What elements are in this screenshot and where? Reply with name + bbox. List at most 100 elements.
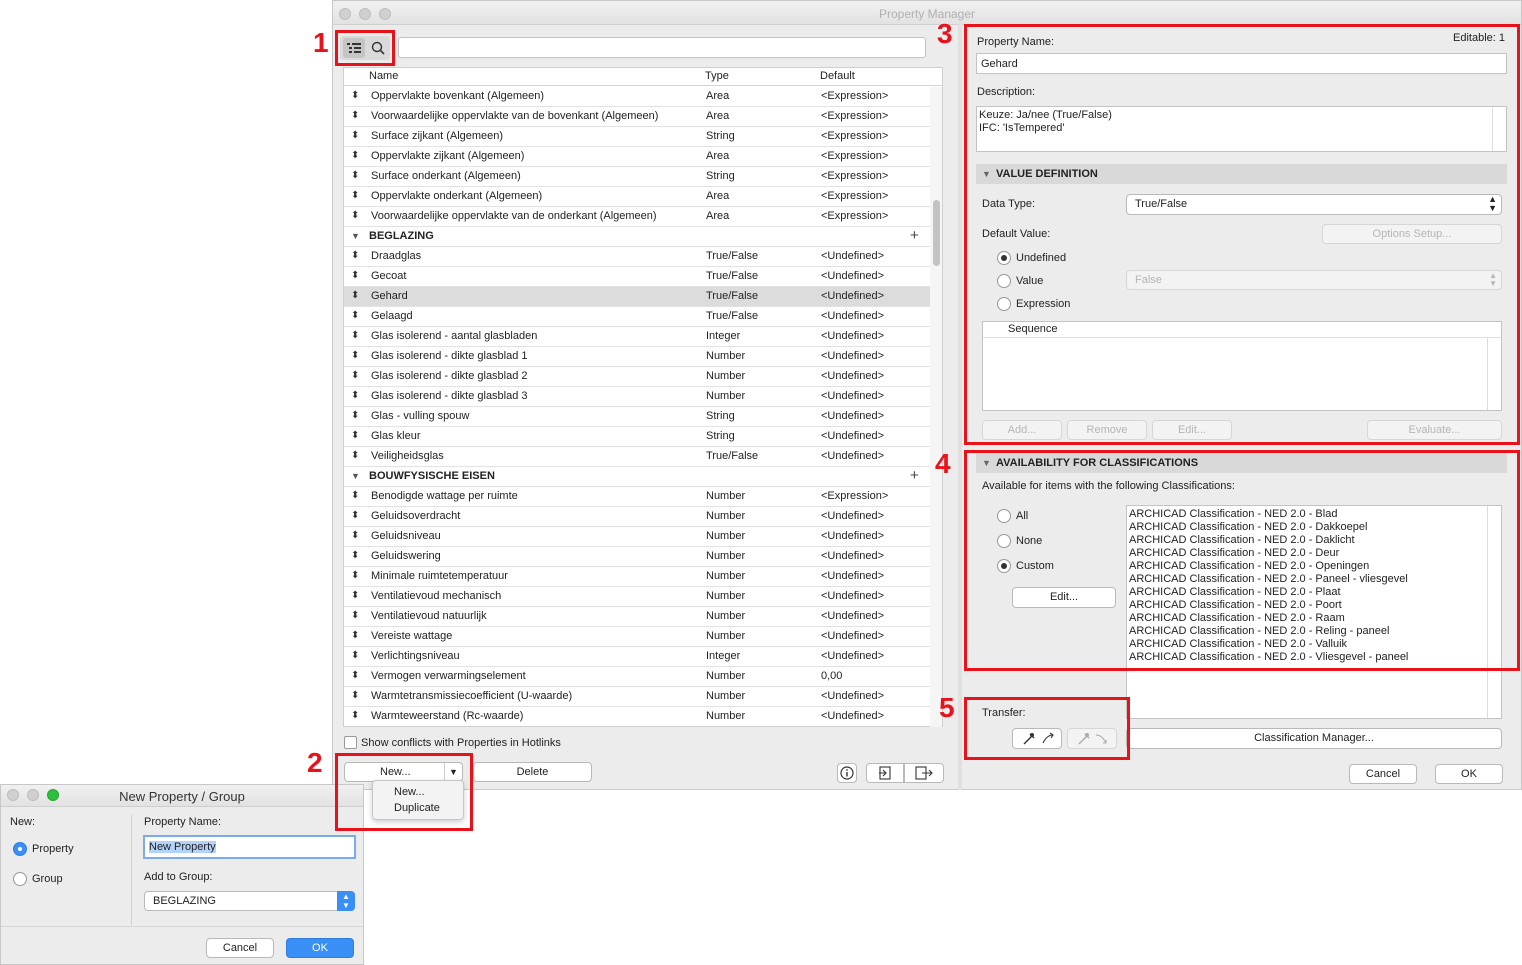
drag-handle-icon[interactable]: ⬍ bbox=[351, 330, 359, 341]
property-type: True/False bbox=[706, 270, 759, 282]
property-list: Name Type Default ⬍ Oppervlakte bovenkant… bbox=[343, 67, 943, 727]
group-row[interactable]: ▼ BEGLAZING + bbox=[344, 227, 930, 247]
cancel-button[interactable]: Cancel bbox=[1349, 764, 1417, 784]
property-row[interactable]: ⬍ Gecoat True/False <Undefined> bbox=[344, 267, 930, 287]
drag-handle-icon[interactable]: ⬍ bbox=[351, 510, 359, 521]
property-row[interactable]: ⬍ Glas - vulling spouw String <Undefined> bbox=[344, 407, 930, 427]
property-row[interactable]: ⬍ Ventilatievoud natuurlijk Number <Undefin… bbox=[344, 607, 930, 627]
drag-handle-icon[interactable]: ⬍ bbox=[351, 670, 359, 681]
property-type: Number bbox=[706, 510, 746, 522]
property-name: Ventilatievoud mechanisch bbox=[371, 590, 502, 602]
drag-handle-icon[interactable]: ⬍ bbox=[351, 590, 359, 601]
property-row[interactable]: ⬍ Oppervlakte bovenkant (Algemeen) Area <Ex… bbox=[344, 87, 930, 107]
property-name: Draadglas bbox=[371, 250, 422, 262]
property-row[interactable]: ⬍ Minimale ruimtetemperatuur Number <Undefi… bbox=[344, 567, 930, 587]
property-row[interactable]: ⬍ Geluidsniveau Number <Undefined> bbox=[344, 527, 930, 547]
panel-splitter[interactable] bbox=[958, 24, 962, 790]
property-row[interactable]: ⬍ Verlichtingsniveau Integer <Undefined> bbox=[344, 647, 930, 667]
property-default: <Expression> bbox=[821, 210, 889, 222]
list-scrollbar-thumb[interactable] bbox=[933, 200, 940, 266]
drag-handle-icon[interactable]: ⬍ bbox=[351, 270, 359, 281]
property-row[interactable]: ⬍ Voorwaardelijke oppervlakte van de onde… bbox=[344, 207, 930, 227]
drag-handle-icon[interactable]: ⬍ bbox=[351, 110, 359, 121]
drag-handle-icon[interactable]: ⬍ bbox=[351, 350, 359, 361]
select-stepper-icon[interactable]: ▲ ▼ bbox=[337, 891, 355, 911]
drag-handle-icon[interactable]: ⬍ bbox=[351, 250, 359, 261]
property-row[interactable]: ⬍ Surface onderkant (Algemeen) String <Expr… bbox=[344, 167, 930, 187]
property-default: <Undefined> bbox=[821, 430, 884, 442]
drag-handle-icon[interactable]: ⬍ bbox=[351, 130, 359, 141]
property-row[interactable]: ⬍ Ventilatievoud mechanisch Number <Undefin… bbox=[344, 587, 930, 607]
property-name: Surface onderkant (Algemeen) bbox=[371, 170, 521, 182]
property-row[interactable]: ⬍ Vermogen verwarmingselement Number 0,00 bbox=[344, 667, 930, 687]
property-type: Number bbox=[706, 670, 746, 682]
drag-handle-icon[interactable]: ⬍ bbox=[351, 650, 359, 661]
drag-handle-icon[interactable]: ⬍ bbox=[351, 290, 359, 301]
drag-handle-icon[interactable]: ⬍ bbox=[351, 370, 359, 381]
drag-handle-icon[interactable]: ⬍ bbox=[351, 190, 359, 201]
property-row[interactable]: ⬍ Veiligheidsglas True/False <Undefined> bbox=[344, 447, 930, 467]
group-row[interactable]: ▼ BOUWFYSISCHE EISEN + bbox=[344, 467, 930, 487]
search-input[interactable] bbox=[398, 37, 926, 58]
disclosure-triangle-icon[interactable]: ▼ bbox=[351, 471, 360, 481]
import-icon[interactable] bbox=[866, 763, 904, 783]
property-row[interactable]: ⬍ Gehard True/False <Undefined> bbox=[344, 287, 930, 307]
drag-handle-icon[interactable]: ⬍ bbox=[351, 570, 359, 581]
property-row[interactable]: ⬍ Glas isolerend - aantal glasbladen Integ… bbox=[344, 327, 930, 347]
delete-button[interactable]: Delete bbox=[473, 762, 592, 782]
show-conflicts-checkbox[interactable] bbox=[344, 736, 357, 749]
drag-handle-icon[interactable]: ⬍ bbox=[351, 410, 359, 421]
property-row[interactable]: ⬍ Vereiste wattage Number <Undefined> bbox=[344, 627, 930, 647]
property-row[interactable]: ⬍ Oppervlakte onderkant (Algemeen) Area <Ex… bbox=[344, 187, 930, 207]
info-icon[interactable] bbox=[837, 763, 857, 783]
property-row[interactable]: ⬍ Warmteweerstand (Rc-waarde) Number <Undef… bbox=[344, 707, 930, 726]
list-scrollbar[interactable] bbox=[930, 87, 942, 727]
radio-group[interactable] bbox=[13, 872, 27, 886]
disclosure-triangle-icon[interactable]: ▼ bbox=[351, 231, 360, 241]
drag-handle-icon[interactable]: ⬍ bbox=[351, 710, 359, 721]
classification-manager-button[interactable]: Classification Manager... bbox=[1126, 728, 1502, 749]
property-row[interactable]: ⬍ Draadglas True/False <Undefined> bbox=[344, 247, 930, 267]
column-default-header[interactable]: Default bbox=[820, 70, 855, 82]
property-row[interactable]: ⬍ Oppervlakte zijkant (Algemeen) Area <Expr… bbox=[344, 147, 930, 167]
dialog-separator bbox=[1, 926, 363, 927]
property-default: <Undefined> bbox=[821, 650, 884, 662]
drag-handle-icon[interactable]: ⬍ bbox=[351, 430, 359, 441]
property-row[interactable]: ⬍ Warmtetransmissiecoefficient (U-waarde)… bbox=[344, 687, 930, 707]
property-row[interactable]: ⬍ Voorwaardelijke oppervlakte van de bove… bbox=[344, 107, 930, 127]
add-to-group-icon[interactable]: + bbox=[910, 227, 919, 244]
add-to-group-select[interactable]: BEGLAZING ▲ ▼ bbox=[144, 891, 355, 911]
dialog-ok-button[interactable]: OK bbox=[286, 938, 354, 958]
drag-handle-icon[interactable]: ⬍ bbox=[351, 150, 359, 161]
drag-handle-icon[interactable]: ⬍ bbox=[351, 530, 359, 541]
radio-property[interactable] bbox=[13, 842, 27, 856]
add-to-group-icon[interactable]: + bbox=[910, 467, 919, 484]
drag-handle-icon[interactable]: ⬍ bbox=[351, 550, 359, 561]
column-name-header[interactable]: Name bbox=[369, 70, 398, 82]
drag-handle-icon[interactable]: ⬍ bbox=[351, 690, 359, 701]
dialog-cancel-button[interactable]: Cancel bbox=[206, 938, 274, 958]
drag-handle-icon[interactable]: ⬍ bbox=[351, 490, 359, 501]
drag-handle-icon[interactable]: ⬍ bbox=[351, 450, 359, 461]
property-row[interactable]: ⬍ Glas isolerend - dikte glasblad 1 Number… bbox=[344, 347, 930, 367]
drag-handle-icon[interactable]: ⬍ bbox=[351, 610, 359, 621]
drag-handle-icon[interactable]: ⬍ bbox=[351, 310, 359, 321]
dialog-property-name-field[interactable]: New Property bbox=[143, 835, 356, 859]
column-type-header[interactable]: Type bbox=[705, 70, 729, 82]
property-row[interactable]: ⬍ Surface zijkant (Algemeen) String <Expres… bbox=[344, 127, 930, 147]
drag-handle-icon[interactable]: ⬍ bbox=[351, 210, 359, 221]
drag-handle-icon[interactable]: ⬍ bbox=[351, 170, 359, 181]
property-row[interactable]: ⬍ Glas kleur String <Undefined> bbox=[344, 427, 930, 447]
export-icon[interactable] bbox=[904, 763, 944, 783]
property-row[interactable]: ⬍ Benodigde wattage per ruimte Number <Expr… bbox=[344, 487, 930, 507]
ok-button[interactable]: OK bbox=[1435, 764, 1503, 784]
drag-handle-icon[interactable]: ⬍ bbox=[351, 90, 359, 101]
property-row[interactable]: ⬍ Geluidsoverdracht Number <Undefined> bbox=[344, 507, 930, 527]
property-name: Oppervlakte zijkant (Algemeen) bbox=[371, 150, 525, 162]
property-row[interactable]: ⬍ Geluidswering Number <Undefined> bbox=[344, 547, 930, 567]
drag-handle-icon[interactable]: ⬍ bbox=[351, 390, 359, 401]
property-row[interactable]: ⬍ Glas isolerend - dikte glasblad 3 Number… bbox=[344, 387, 930, 407]
property-row[interactable]: ⬍ Glas isolerend - dikte glasblad 2 Number… bbox=[344, 367, 930, 387]
property-row[interactable]: ⬍ Gelaagd True/False <Undefined> bbox=[344, 307, 930, 327]
drag-handle-icon[interactable]: ⬍ bbox=[351, 630, 359, 641]
